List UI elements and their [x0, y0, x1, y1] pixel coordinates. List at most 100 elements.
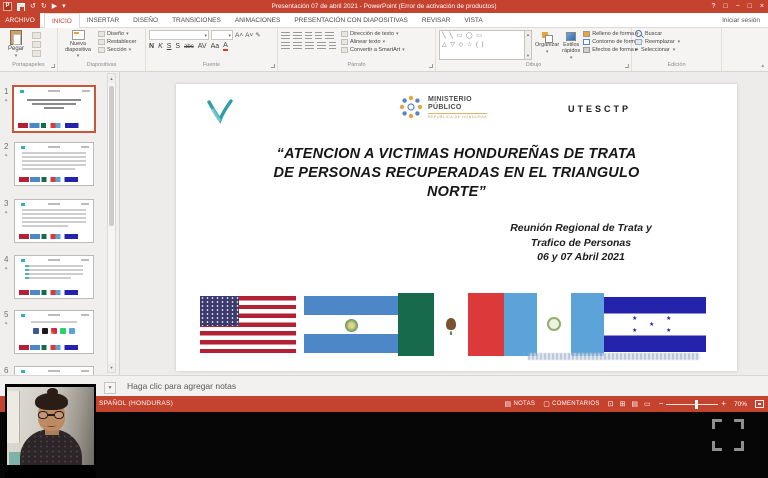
event-info-textbox[interactable]: Reunión Regional de Trata y Trafico de P… [456, 221, 706, 265]
zoom-slider-thumb[interactable] [695, 400, 698, 409]
minimize-icon[interactable]: − [736, 0, 740, 13]
tab-inicio[interactable]: INICIO [44, 13, 80, 29]
arrange-button[interactable]: Organizar ▾ [535, 30, 559, 61]
slide-thumbnail-6[interactable] [14, 366, 94, 375]
redo-icon[interactable]: ↻ [41, 1, 47, 12]
save-icon[interactable] [17, 3, 25, 11]
character-spacing-button[interactable]: AV [198, 43, 207, 51]
shapes-gallery[interactable]: ╲ ╲ ▭ ◯ ▭ △ ▽ ◇ ☆ ( ) [439, 30, 525, 60]
increase-indent-icon[interactable] [315, 32, 322, 39]
align-left-icon[interactable] [281, 42, 290, 49]
format-painter-icon[interactable] [32, 50, 41, 57]
comments-toggle-button[interactable]: ▢COMENTARIOS [543, 400, 599, 408]
slide-sorter-view-icon[interactable]: ⊞ [620, 400, 626, 408]
thumbnail-scrollbar[interactable]: ▲ ▼ [107, 73, 116, 373]
undo-icon[interactable]: ↺ [30, 1, 36, 12]
cut-icon[interactable] [32, 32, 41, 39]
font-size-dropdown[interactable]: ▾ [211, 30, 233, 40]
tab-diseno[interactable]: DISEÑO [126, 13, 165, 28]
justify-icon[interactable] [317, 42, 326, 49]
font-dialog-launcher[interactable] [271, 64, 275, 68]
notes-toggle-button[interactable]: ▤NOTAS [505, 400, 536, 408]
tab-archivo[interactable]: ARCHIVO [0, 13, 40, 28]
zoom-in-icon[interactable]: + [721, 400, 726, 408]
decrease-indent-icon[interactable] [305, 32, 312, 39]
slideshow-view-icon[interactable]: ▭ [644, 400, 651, 408]
slide-thumbnail-4[interactable] [14, 255, 94, 299]
sign-in-link[interactable]: Iniciar sesión [722, 13, 760, 28]
zoom-slider[interactable] [666, 404, 718, 405]
tab-transiciones[interactable]: TRANSICIONES [165, 13, 228, 28]
help-icon[interactable]: ? [711, 0, 715, 13]
notes-placeholder[interactable]: Haga clic para agregar notas [127, 376, 236, 397]
zoom-out-icon[interactable]: − [659, 400, 664, 408]
underline-button[interactable]: S [167, 43, 172, 51]
select-button[interactable]: ▸Seleccionar▾ [635, 47, 718, 53]
slide-thumbnail-3[interactable] [14, 199, 94, 243]
new-slide-button[interactable]: Nueva diapositiva ▾ [61, 30, 95, 61]
tab-revisar[interactable]: REVISAR [415, 13, 458, 28]
text-direction-button[interactable]: Dirección de texto▾ [341, 31, 405, 37]
shrink-font-icon[interactable]: A˅ [245, 32, 253, 39]
scroll-up-icon[interactable]: ▲ [108, 74, 115, 83]
change-case-button[interactable]: Aa [211, 43, 220, 51]
paragraph-dialog-launcher[interactable] [429, 64, 433, 68]
normal-view-icon[interactable]: ⊡ [608, 400, 614, 408]
line-spacing-icon[interactable] [325, 32, 334, 39]
notes-collapse-icon[interactable]: ▼ [104, 382, 116, 394]
bold-button[interactable]: N [149, 43, 154, 51]
align-text-button[interactable]: Alinear texto▾ [341, 39, 405, 45]
scroll-down-icon[interactable]: ▼ [108, 363, 115, 372]
replace-button[interactable]: Reemplazar▾ [635, 39, 718, 45]
slide-thumbnail-2[interactable] [14, 142, 94, 186]
grow-font-icon[interactable]: A˄ [235, 32, 243, 39]
collapse-ribbon-icon[interactable]: ▴ [761, 63, 764, 69]
zoom-level[interactable]: 70% [734, 401, 747, 408]
find-button[interactable]: Buscar [635, 30, 718, 37]
layout-button[interactable]: Diseño▾ [98, 31, 136, 37]
shapes-gallery-scroll[interactable]: ▲ ▼ [525, 30, 532, 60]
reading-view-icon[interactable]: ▤ [631, 400, 638, 408]
tab-insertar[interactable]: INSERTAR [80, 13, 126, 28]
shapes-scroll-up-icon[interactable]: ▲ [525, 32, 531, 37]
columns-icon[interactable] [329, 42, 336, 49]
ministerio-publico-logo[interactable]: MINISTERIO PÚBLICO REPÚBLICA DE HONDURAS [398, 94, 487, 120]
close-icon[interactable]: × [760, 0, 764, 13]
convert-smartart-button[interactable]: Convertir a SmartArt▾ [341, 47, 405, 53]
fit-slide-to-window-icon[interactable] [755, 400, 764, 408]
ribbon-display-icon[interactable]: □ [723, 0, 727, 13]
text-shadow-button[interactable]: S [175, 43, 180, 51]
tab-vista[interactable]: VISTA [457, 13, 489, 28]
font-name-dropdown[interactable]: ▾ [149, 30, 209, 40]
numbering-icon[interactable] [293, 32, 302, 39]
teal-check-logo[interactable] [205, 97, 233, 124]
strikethrough-button[interactable]: abc [184, 43, 194, 51]
slide-thumbnail-5[interactable] [14, 310, 94, 354]
scrollbar-thumb[interactable] [109, 86, 114, 226]
shapes-scroll-down-icon[interactable]: ▼ [525, 53, 531, 58]
tab-animaciones[interactable]: ANIMACIONES [228, 13, 288, 28]
italic-button[interactable]: K [158, 43, 163, 51]
clipboard-dialog-launcher[interactable] [51, 64, 55, 68]
paste-button[interactable]: Pegar ▾ [3, 30, 29, 61]
slide-title-textbox[interactable]: “ATENCION A VICTIMAS HONDUREÑAS DE TRATA… [236, 145, 677, 202]
copy-icon[interactable] [32, 41, 41, 48]
quick-styles-button[interactable]: Estilos rápidos ▾ [562, 30, 580, 61]
fullscreen-icon[interactable] [712, 419, 744, 451]
align-center-icon[interactable] [293, 42, 302, 49]
webcam-overlay[interactable] [5, 384, 96, 478]
reset-button[interactable]: Restablecer [98, 39, 136, 45]
start-slideshow-icon[interactable]: ▶ [52, 1, 57, 12]
bullets-icon[interactable] [281, 32, 290, 39]
language-indicator[interactable]: SPAÑOL (HONDURAS) [99, 396, 173, 412]
slide-thumbnail-1[interactable] [12, 85, 96, 133]
font-color-button[interactable]: A [223, 42, 228, 51]
align-right-icon[interactable] [305, 42, 314, 49]
customize-qat-icon[interactable]: ▾ [62, 1, 66, 12]
slide-1-editor[interactable]: MINISTERIO PÚBLICO REPÚBLICA DE HONDURAS… [176, 84, 737, 371]
utesctp-label[interactable]: UTESCTP [568, 104, 631, 114]
tab-presentacion-con-diapositivas[interactable]: PRESENTACIÓN CON DIAPOSITIVAS [287, 13, 415, 28]
clear-formatting-icon[interactable]: ✎ [255, 31, 260, 39]
section-button[interactable]: Sección▾ [98, 47, 136, 53]
maximize-icon[interactable]: □ [748, 0, 752, 13]
